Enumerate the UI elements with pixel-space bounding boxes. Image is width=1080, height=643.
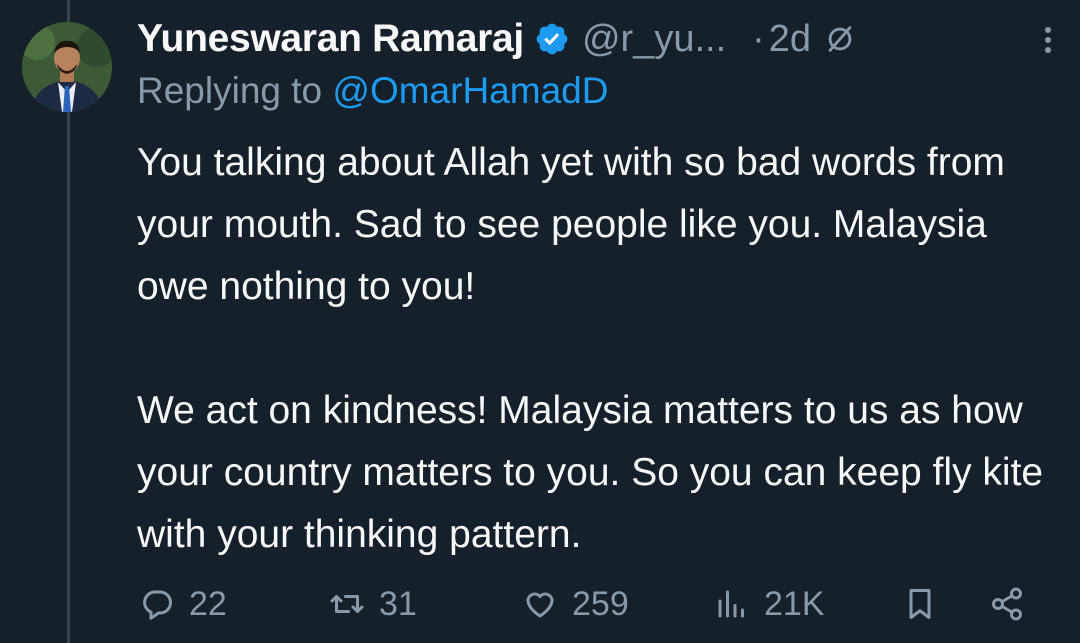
avatar[interactable] bbox=[22, 22, 112, 112]
action-bar: 22 31 259 21K bbox=[137, 575, 1052, 633]
tweet-timestamp[interactable]: 2d bbox=[769, 18, 811, 61]
tweet-header: Yuneswaran Ramaraj @r_yu... · 2d bbox=[137, 10, 1057, 68]
reply-count: 22 bbox=[189, 584, 227, 623]
avatar-image bbox=[22, 22, 112, 112]
verified-badge-icon bbox=[536, 23, 568, 55]
replying-to: Replying to @OmarHamadD bbox=[137, 70, 608, 112]
tweet-paragraph: We act on kindness! Malaysia matters to … bbox=[137, 389, 1044, 556]
author-handle[interactable]: @r_yu... bbox=[582, 18, 726, 61]
author-name[interactable]: Yuneswaran Ramaraj bbox=[137, 17, 524, 61]
replying-prefix: Replying to bbox=[137, 70, 333, 111]
retweet-count: 31 bbox=[379, 584, 417, 623]
like-count: 259 bbox=[572, 584, 629, 623]
reply-icon bbox=[143, 590, 172, 620]
dot-separator: · bbox=[752, 17, 765, 60]
like-icon bbox=[526, 592, 554, 618]
views-icon bbox=[718, 590, 744, 618]
share-icon bbox=[992, 587, 1022, 621]
more-icon[interactable] bbox=[1038, 20, 1058, 60]
retweet-button[interactable]: 31 bbox=[329, 575, 417, 633]
bookmark-button[interactable] bbox=[902, 575, 938, 633]
reply-button[interactable]: 22 bbox=[139, 575, 227, 633]
reply-mention-link[interactable]: @OmarHamadD bbox=[332, 70, 608, 111]
tweet-text: You talking about Allah yet with so bad … bbox=[137, 132, 1062, 566]
like-button[interactable]: 259 bbox=[522, 575, 629, 633]
tweet-paragraph: You talking about Allah yet with so bad … bbox=[137, 141, 1005, 308]
views-count: 21K bbox=[764, 584, 825, 623]
share-button[interactable] bbox=[989, 575, 1025, 633]
edited-icon bbox=[828, 26, 852, 52]
views-button[interactable]: 21K bbox=[714, 575, 825, 633]
retweet-icon bbox=[330, 595, 364, 613]
bookmark-icon bbox=[909, 589, 931, 619]
